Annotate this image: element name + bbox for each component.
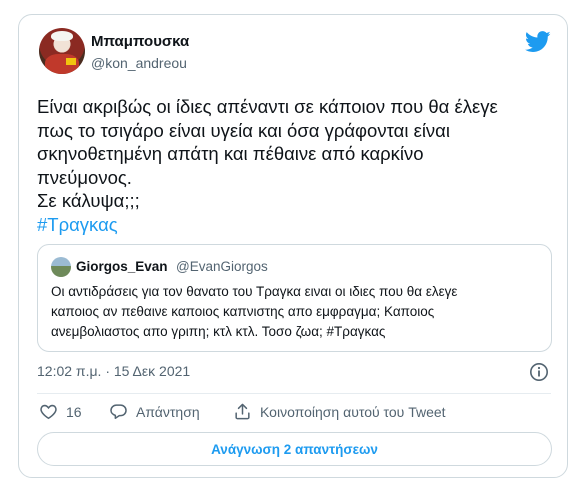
like-count: 16 — [66, 403, 82, 420]
quoted-avatar[interactable] — [51, 257, 71, 277]
tweet-text-line: σκηνοθετημένη απάτη και πέθαινε από καρκ… — [37, 143, 424, 164]
divider — [37, 393, 551, 394]
author-display-name[interactable]: Μπαμπουσκα — [91, 33, 189, 50]
tweet-text-line: Είναι ακριβώς οι ίδιες απέναντι σε κάποι… — [37, 96, 498, 117]
quoted-text: Οι αντιδράσεις για τον θανατο του Τραγκα… — [51, 282, 546, 342]
tweet-text-line: πως το τσιγάρο είναι υγεία και όσα γράφο… — [37, 119, 450, 141]
tweet-text: Είναι ακριβώς οι ίδιες απέναντι σε κάποι… — [37, 95, 547, 236]
quoted-text-line: καποιος αν πεθαινε καποιος καπνιστης απο… — [51, 304, 435, 319]
avatar[interactable] — [39, 28, 85, 74]
read-replies-button[interactable]: Ανάγνωση 2 απαντήσεων — [37, 432, 552, 466]
share-icon — [235, 403, 250, 420]
reply-label: Απάντηση — [136, 403, 200, 420]
quoted-text-line: ανεμβολιαστος απο γριπη; κτλ κτλ. Τοσο ζ… — [51, 324, 386, 339]
timestamp[interactable]: 12:02 π.μ. · 15 Δεκ 2021 — [37, 363, 190, 379]
reply-icon — [110, 404, 127, 419]
author-handle[interactable]: @kon_andreou — [91, 55, 187, 71]
like-button[interactable]: 16 — [39, 402, 82, 421]
share-label: Κοινοποίηση αυτού του Tweet — [260, 403, 446, 420]
quoted-display-name: Giorgos_Evan — [76, 259, 168, 274]
info-icon[interactable] — [529, 362, 549, 382]
tweet-text-line: πνεύμονος. — [37, 166, 132, 188]
quoted-text-line: Οι αντιδράσεις για τον θανατο του Τραγκα… — [51, 284, 458, 299]
hashtag-link[interactable]: #Τραγκας — [37, 213, 547, 237]
tweet-card: Μπαμπουσκα @kon_andreou Είναι ακριβώς οι… — [18, 14, 568, 478]
quoted-handle: @EvanGiorgos — [176, 259, 268, 274]
reply-button[interactable]: Απάντηση — [109, 402, 200, 421]
share-button[interactable]: Κοινοποίηση αυτού του Tweet — [233, 402, 446, 421]
heart-icon — [40, 404, 57, 420]
quoted-tweet[interactable]: Giorgos_Evan @EvanGiorgos Οι αντιδράσεις… — [37, 244, 552, 352]
twitter-bird-icon[interactable] — [525, 31, 551, 53]
tweet-text-line: Σε κάλυψα;;; — [37, 190, 140, 211]
